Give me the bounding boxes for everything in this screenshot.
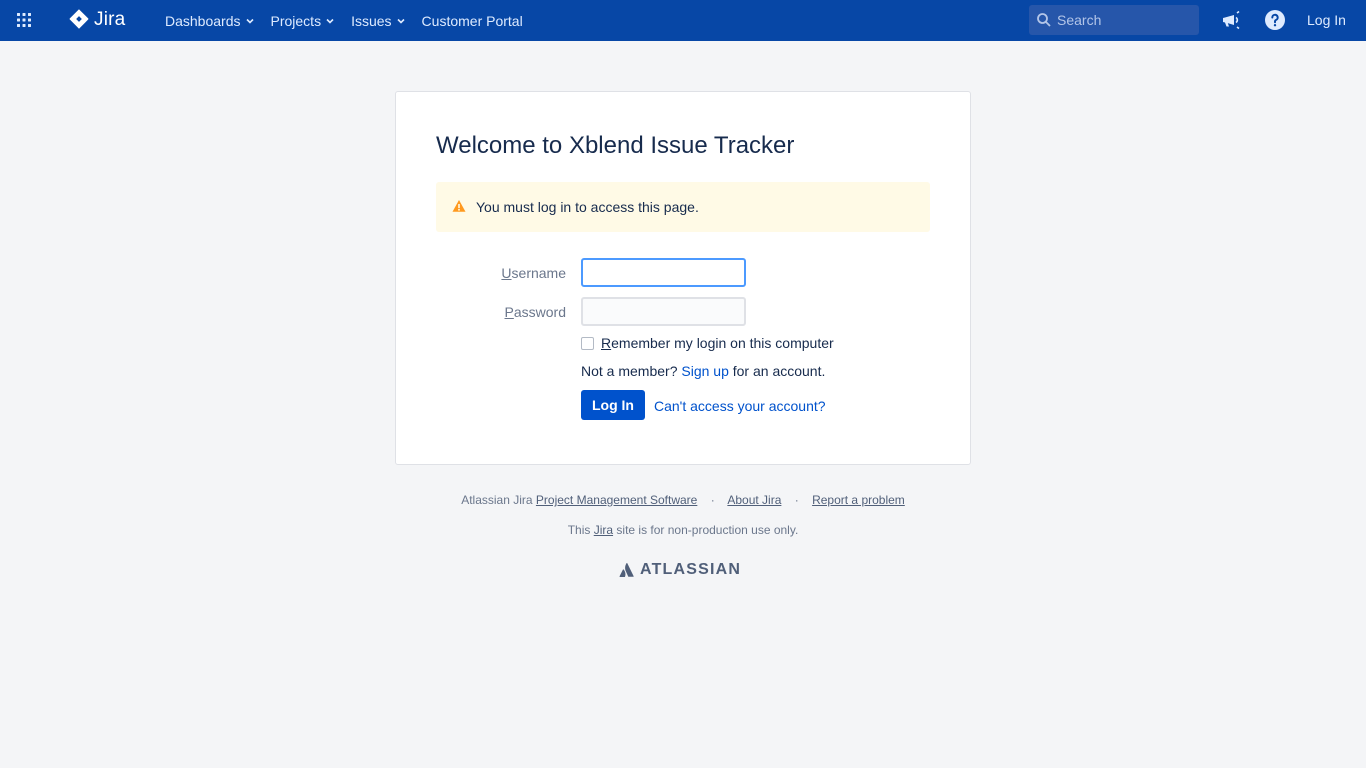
login-panel: Welcome to Xblend Issue Tracker You must…: [395, 91, 971, 465]
megaphone-icon[interactable]: [1219, 8, 1243, 32]
brand-name: Jira: [94, 9, 126, 30]
nav-item-label: Issues: [351, 12, 392, 29]
atlassian-logo[interactable]: ATLASSIAN: [619, 560, 749, 580]
chevron-down-icon: [326, 18, 334, 24]
nav-dashboards[interactable]: Dashboards: [157, 0, 263, 41]
username-input[interactable]: [581, 258, 746, 287]
app-switcher-icon[interactable]: [14, 10, 34, 30]
login-warning-message: You must log in to access this page.: [436, 182, 930, 232]
header-login-link[interactable]: Log In: [1307, 12, 1346, 28]
about-jira-link[interactable]: About Jira: [727, 493, 781, 507]
password-label: Password: [504, 304, 566, 320]
atlassian-wordmark: ATLASSIAN: [640, 561, 742, 578]
search-box: [1029, 5, 1199, 35]
top-navigation-bar: Jira Dashboards Projects Issues Customer…: [0, 0, 1366, 41]
search-input[interactable]: [1057, 5, 1197, 35]
atlassian-logo-icon: [619, 562, 634, 577]
remember-login-label[interactable]: Remember my login on this computer: [601, 335, 834, 351]
sign-up-link[interactable]: Sign up: [681, 363, 728, 379]
jira-link[interactable]: Jira: [594, 523, 613, 537]
username-label: Username: [501, 265, 566, 281]
jira-logo-icon: [68, 8, 90, 33]
chevron-down-icon: [396, 18, 405, 24]
warning-icon: [452, 200, 466, 212]
jira-logo[interactable]: Jira: [68, 8, 125, 32]
remember-login-checkbox[interactable]: [581, 336, 594, 350]
cant-access-account-link[interactable]: Can't access your account?: [654, 398, 826, 414]
nav-item-label: Dashboards: [165, 12, 241, 29]
footer-license-notice: This Jira site is for non-production use…: [567, 523, 799, 537]
nav-item-label: Projects: [270, 12, 322, 29]
report-problem-link[interactable]: Report a problem: [812, 493, 905, 507]
search-icon: [1037, 13, 1051, 27]
help-icon[interactable]: [1263, 8, 1287, 32]
warning-text: You must log in to access this page.: [476, 199, 699, 215]
nav-item-label: Customer Portal: [421, 12, 523, 29]
chevron-down-icon: [245, 18, 254, 24]
nav-customer-portal[interactable]: Customer Portal: [414, 0, 531, 41]
signup-prompt: Not a member? Sign up for an account.: [581, 363, 826, 379]
nav-issues[interactable]: Issues: [343, 0, 413, 41]
page-title: Welcome to Xblend Issue Tracker: [436, 132, 795, 159]
main-nav: Dashboards Projects Issues Customer Port…: [157, 0, 531, 41]
project-management-software-link[interactable]: Project Management Software: [536, 493, 697, 507]
nav-projects[interactable]: Projects: [263, 0, 344, 41]
footer-links: Atlassian Jira Project Management Softwa…: [461, 493, 905, 507]
password-input[interactable]: [581, 297, 746, 326]
login-submit-button[interactable]: Log In: [581, 390, 645, 420]
remember-login-row: Remember my login on this computer: [581, 335, 834, 351]
